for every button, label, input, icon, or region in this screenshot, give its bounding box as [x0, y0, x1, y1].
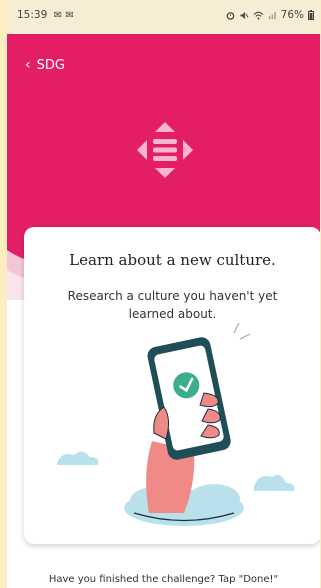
chevron-left-icon: ‹ [25, 57, 31, 73]
app-screen: 15:39 ✉ ✉ 76% ‹ SDG Learn about a new cu… [7, 0, 320, 588]
challenge-title: Learn about a new culture. [69, 251, 276, 269]
battery-icon [308, 10, 314, 20]
time-text: 15:39 [17, 9, 48, 21]
mute-icon [240, 11, 249, 19]
status-bar: 15:39 ✉ ✉ 76% [7, 0, 320, 34]
status-time: 15:39 ✉ ✉ [17, 9, 74, 21]
footer-instruction: Have you finished the challenge? Tap "Do… [48, 574, 279, 585]
challenge-description: Research a culture you haven't yet learn… [67, 289, 278, 321]
phone-hand-illustration [57, 323, 295, 526]
category-dpad-icon [137, 122, 193, 178]
mail-icon: ✉ [53, 10, 62, 21]
mail-icon: ✉ [65, 10, 74, 21]
wifi-icon [253, 11, 264, 19]
status-indicators: 76% [226, 9, 314, 21]
challenge-card: Learn about a new culture. Research a cu… [24, 227, 320, 544]
back-button[interactable]: ‹ SDG [25, 57, 65, 73]
battery-level: 76% [280, 9, 304, 21]
signal-icon [268, 11, 276, 19]
back-label: SDG [36, 57, 65, 73]
alarm-icon [226, 11, 234, 20]
